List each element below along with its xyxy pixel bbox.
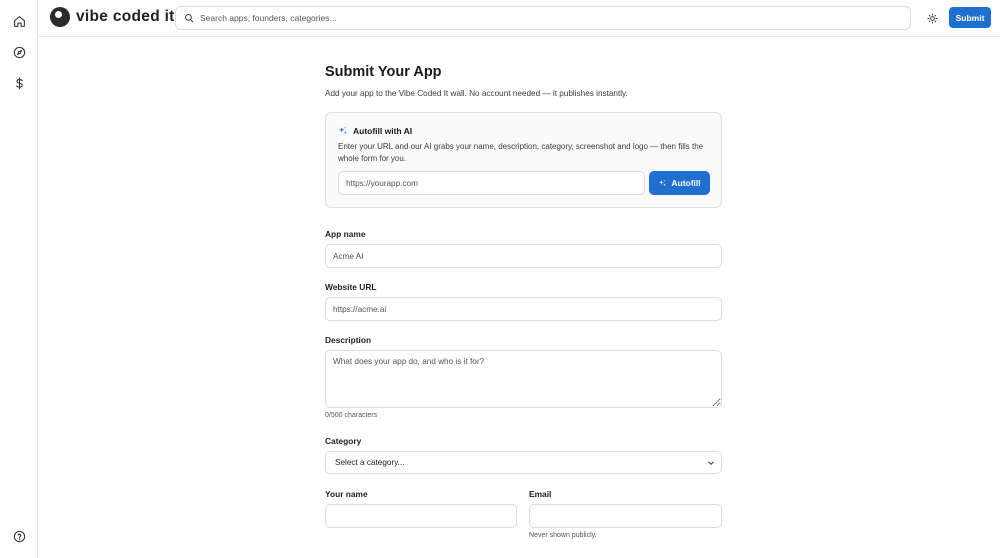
- page-title: Submit Your App: [325, 64, 442, 80]
- sun-icon[interactable]: [924, 10, 940, 26]
- autofill-title: Autofill with AI: [353, 126, 413, 136]
- description-textarea[interactable]: [325, 350, 722, 408]
- home-icon[interactable]: [8, 10, 30, 32]
- description-label: Description: [325, 335, 372, 345]
- chevron-down-icon: [708, 461, 714, 465]
- search-input[interactable]: [200, 13, 880, 23]
- email-hint: Never shown publicly.: [529, 532, 597, 539]
- search-icon: [184, 13, 194, 23]
- autofill-description: Enter your URL and our AI grabs your nam…: [338, 142, 704, 163]
- sparkles-icon: [659, 179, 667, 186]
- your-name-label: Your name: [325, 489, 368, 499]
- top-bar: vibe coded it Submit: [38, 0, 1000, 37]
- website-url-label: Website URL: [325, 282, 377, 292]
- app-name-input[interactable]: [325, 244, 722, 268]
- side-rail: [0, 0, 38, 558]
- description-char-counter: 0/500 characters: [325, 412, 378, 419]
- search-box: [175, 6, 911, 30]
- email-label: Email: [529, 489, 552, 499]
- compass-icon[interactable]: [8, 41, 30, 63]
- category-selected-value: Select a category...: [335, 458, 405, 467]
- dollar-icon[interactable]: [8, 72, 30, 94]
- category-select[interactable]: Select a category...: [325, 451, 722, 474]
- category-label: Category: [325, 436, 362, 446]
- sparkles-icon: [339, 127, 347, 134]
- brand-name: vibe coded it: [76, 8, 175, 25]
- eight-ball-icon: [50, 7, 70, 27]
- page-subtitle: Add your app to the Vibe Coded It wall. …: [325, 89, 628, 98]
- autofill-button-label: Autofill: [671, 178, 701, 188]
- app-name-label: App name: [325, 229, 366, 239]
- brand-logo[interactable]: vibe coded it: [50, 7, 175, 27]
- autofill-header: Autofill with AI: [338, 126, 412, 136]
- help-icon[interactable]: [8, 525, 30, 547]
- website-url-input[interactable]: [325, 297, 722, 321]
- autofill-url-input[interactable]: [338, 171, 645, 195]
- email-input[interactable]: [529, 504, 722, 528]
- submit-form: Submit Your App Add your app to the Vibe…: [325, 64, 722, 539]
- autofill-card: Autofill with AI Enter your URL and our …: [325, 112, 722, 208]
- your-name-input[interactable]: [325, 504, 517, 528]
- submit-app-button[interactable]: Submit: [949, 7, 991, 28]
- autofill-button[interactable]: Autofill: [649, 171, 710, 195]
